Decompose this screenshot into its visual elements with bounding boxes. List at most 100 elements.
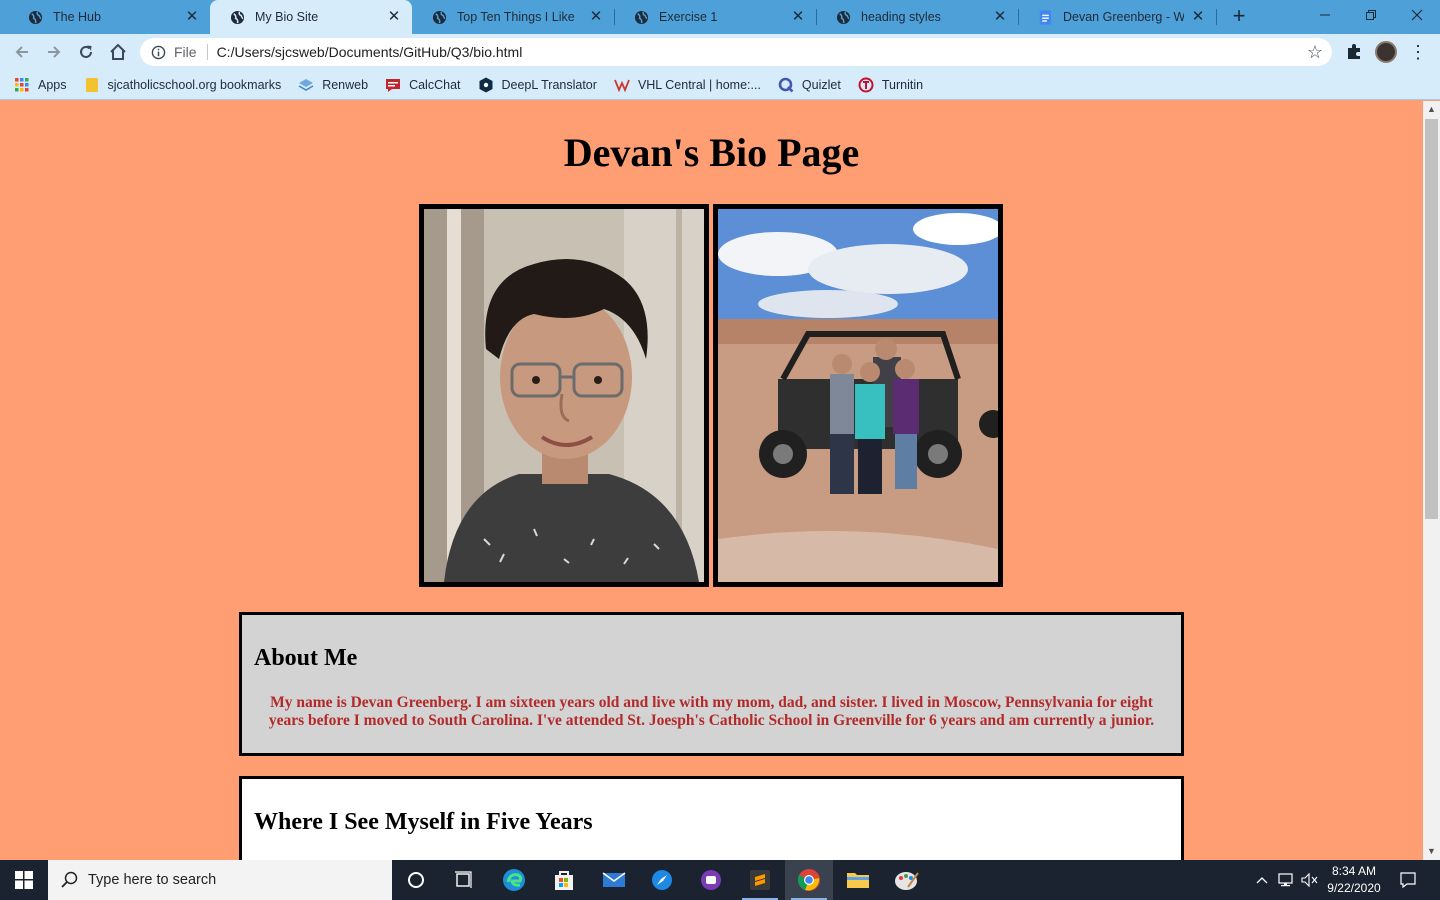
new-tab-button[interactable]: + <box>1226 5 1252 29</box>
minimize-button[interactable] <box>1302 0 1348 30</box>
calcchat-icon <box>385 77 401 93</box>
tab-title: Exercise 1 <box>659 10 718 24</box>
tab-title: The Hub <box>53 10 101 24</box>
start-button[interactable] <box>0 860 48 900</box>
tab-exercise-1[interactable]: Exercise 1 ✕ <box>614 0 816 34</box>
restore-button[interactable] <box>1348 0 1394 30</box>
five-years-section: Where I See Myself in Five Years <box>239 776 1184 860</box>
tab-title: Devan Greenberg - Web I <box>1063 10 1184 24</box>
bookmark-folder[interactable]: sjcatholicschool.org bookmarks <box>84 77 282 93</box>
taskbar-search[interactable]: Type here to search <box>48 860 392 900</box>
scroll-down-arrow-icon[interactable]: ▼ <box>1423 843 1440 860</box>
tab-title: heading styles <box>861 10 941 24</box>
bookmark-renweb[interactable]: Renweb <box>298 77 368 93</box>
bookmarks-bar: Apps sjcatholicschool.org bookmarks Renw… <box>0 70 1440 100</box>
search-icon <box>61 871 78 888</box>
back-button[interactable] <box>8 38 36 66</box>
bookmark-label: DeepL Translator <box>501 77 597 92</box>
scroll-up-arrow-icon[interactable]: ▲ <box>1423 101 1440 118</box>
family-photo <box>713 204 1003 587</box>
close-window-button[interactable] <box>1394 0 1440 30</box>
reload-button[interactable] <box>72 38 100 66</box>
chrome-icon <box>797 869 820 891</box>
bookmark-turnitin[interactable]: Turnitin <box>858 77 923 93</box>
mail-app[interactable] <box>590 860 638 900</box>
forward-button[interactable] <box>40 38 68 66</box>
tab-my-bio-site[interactable]: My Bio Site ✕ <box>210 0 412 34</box>
globe-icon <box>634 10 649 24</box>
mail-envelope-icon <box>602 872 626 887</box>
cortana-button[interactable] <box>392 860 440 900</box>
address-bar[interactable]: File C:/Users/sjcsweb/Documents/GitHub/Q… <box>140 38 1332 66</box>
store-app[interactable] <box>540 860 588 900</box>
photos-app[interactable] <box>638 860 686 900</box>
volume-muted-icon <box>1301 872 1318 888</box>
globe-icon <box>230 10 245 24</box>
network-icon <box>1278 873 1293 887</box>
network-tray[interactable] <box>1276 860 1298 900</box>
paint-app[interactable] <box>883 860 931 900</box>
folder-icon <box>84 77 100 93</box>
folder-icon <box>847 873 869 888</box>
url-text[interactable]: C:/Users/sjcsweb/Documents/GitHub/Q3/bio… <box>217 44 523 60</box>
chrome-app[interactable] <box>785 860 833 900</box>
bookmark-label: VHL Central | home:... <box>637 77 761 92</box>
system-clock[interactable]: 8:34 AM 9/22/2020 <box>1322 863 1386 897</box>
home-icon <box>110 43 126 60</box>
tab-title: Top Ten Things I Like <box>457 10 575 24</box>
task-view-icon <box>455 871 472 888</box>
cortana-circle-icon <box>408 872 424 888</box>
bookmark-apps[interactable]: Apps <box>14 77 67 93</box>
tab-the-hub[interactable]: The Hub ✕ <box>8 0 210 34</box>
edge-app[interactable] <box>490 860 538 900</box>
page-title: Devan's Bio Page <box>563 130 860 175</box>
close-icon[interactable]: ✕ <box>588 9 604 25</box>
purple-app-icon <box>701 870 721 890</box>
scheme-label: File <box>174 44 197 60</box>
bookmark-deepl[interactable]: DeepL Translator <box>478 77 597 93</box>
close-icon[interactable]: ✕ <box>386 9 402 25</box>
portrait-photo <box>419 204 709 587</box>
bookmark-quizlet[interactable]: Quizlet <box>778 77 841 93</box>
browser-menu-icon[interactable]: ⋮ <box>1408 40 1428 64</box>
home-button[interactable] <box>104 38 132 66</box>
section-heading: About Me <box>254 645 358 671</box>
vhl-icon <box>614 77 630 93</box>
renweb-icon <box>298 77 314 93</box>
close-icon[interactable]: ✕ <box>992 9 1008 25</box>
show-hidden-icons-button[interactable] <box>1252 860 1272 900</box>
bookmark-star-icon[interactable]: ☆ <box>1307 42 1323 62</box>
file-explorer-app[interactable] <box>834 860 882 900</box>
bookmark-vhl[interactable]: VHL Central | home:... <box>614 77 761 93</box>
task-view-button[interactable] <box>440 860 488 900</box>
bookmark-label: sjcatholicschool.org bookmarks <box>107 77 282 92</box>
notification-icon <box>1400 872 1416 889</box>
extensions-puzzle-icon[interactable] <box>1343 40 1365 62</box>
sublime-text-app[interactable] <box>736 860 784 900</box>
bookmark-label: CalcChat <box>409 77 461 92</box>
close-icon[interactable]: ✕ <box>1190 9 1206 25</box>
tab-google-doc[interactable]: Devan Greenberg - Web I ✕ <box>1018 0 1216 34</box>
tab-top-ten[interactable]: Top Ten Things I Like ✕ <box>412 0 614 34</box>
reload-icon <box>80 45 92 58</box>
tab-title: My Bio Site <box>255 10 319 24</box>
bookmark-label: Apps <box>38 77 67 92</box>
page-scrollbar[interactable]: ▲ ▼ <box>1423 101 1440 860</box>
info-icon[interactable] <box>151 45 166 60</box>
globe-icon <box>28 10 43 24</box>
close-icon[interactable]: ✕ <box>790 9 806 25</box>
close-icon[interactable]: ✕ <box>184 9 200 25</box>
scroll-thumb[interactable] <box>1425 119 1438 519</box>
notifications-button[interactable] <box>1392 860 1424 900</box>
purple-app[interactable] <box>687 860 735 900</box>
section-heading: Where I See Myself in Five Years <box>254 809 593 835</box>
bookmark-calcchat[interactable]: CalcChat <box>385 77 461 93</box>
tab-strip: The Hub ✕ My Bio Site ✕ Top Ten Things I… <box>0 0 1440 34</box>
paint-palette-icon <box>895 872 919 890</box>
page-viewport: Devan's Bio Page About Me My name is Dev… <box>0 101 1423 860</box>
chevron-up-icon <box>1256 877 1268 884</box>
section-body: My name is Devan Greenberg. I am sixteen… <box>268 694 1155 729</box>
volume-tray[interactable] <box>1300 860 1320 900</box>
profile-avatar[interactable] <box>1375 41 1397 63</box>
tab-heading-styles[interactable]: heading styles ✕ <box>816 0 1018 34</box>
